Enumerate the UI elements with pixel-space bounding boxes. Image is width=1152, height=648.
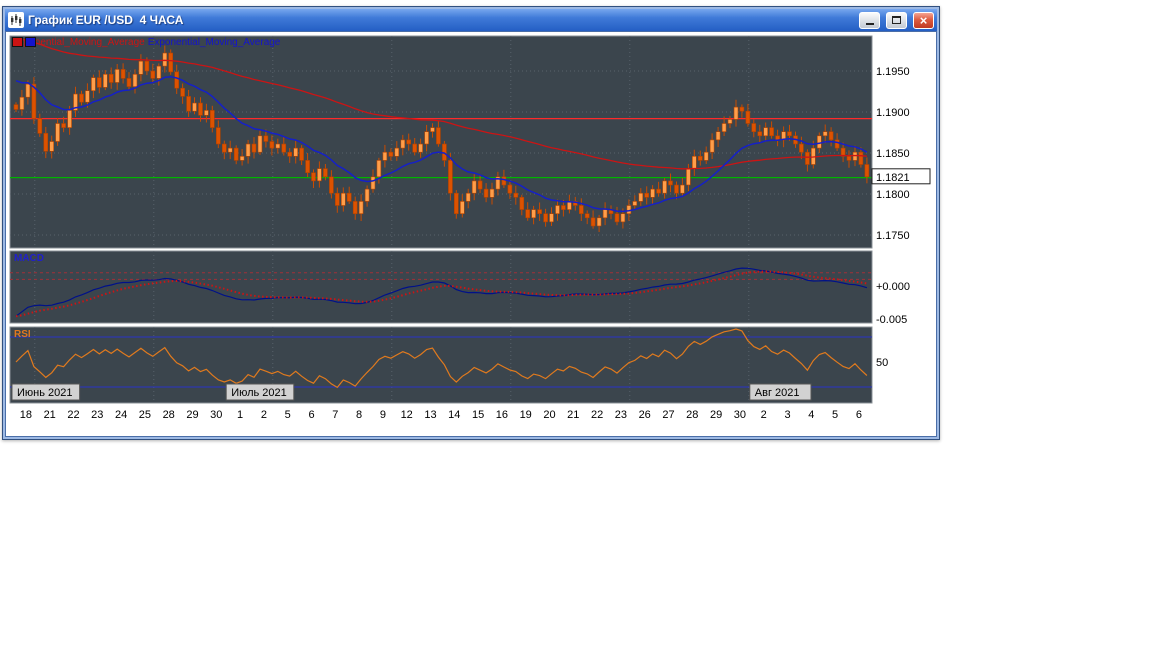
chart-canvas[interactable]: 1.1950 1.1900 1.1850 1.1800 1.1750 +0.000 -0.0…	[6, 32, 936, 434]
svg-text:30: 30	[734, 409, 746, 421]
svg-text:5: 5	[285, 409, 291, 421]
svg-text:1: 1	[237, 409, 243, 421]
svg-text:19: 19	[520, 409, 532, 421]
svg-text:21: 21	[44, 409, 56, 421]
svg-text:29: 29	[710, 409, 722, 421]
svg-text:25: 25	[139, 409, 151, 421]
desktop-background: { "window": { "title": "График EUR /USD …	[0, 0, 1152, 648]
svg-text:Июль 2021: Июль 2021	[231, 387, 287, 399]
maximize-button[interactable]	[886, 11, 907, 29]
svg-text:30: 30	[210, 409, 222, 421]
svg-text:8: 8	[356, 409, 362, 421]
indicator-legend: Exponential_Moving_Average Exponential_Mo…	[12, 37, 280, 48]
svg-text:23: 23	[615, 409, 627, 421]
svg-text:50: 50	[876, 357, 888, 369]
maximize-icon	[892, 16, 901, 24]
svg-text:Июнь 2021: Июнь 2021	[17, 387, 73, 399]
legend-chips	[12, 37, 36, 47]
svg-text:5: 5	[832, 409, 838, 421]
close-icon: ×	[919, 12, 928, 28]
svg-text:22: 22	[591, 409, 603, 421]
chart-window: График EUR /USD 4 ЧАСА × 1.1950 1.1900 1.1…	[2, 6, 940, 440]
svg-text:24: 24	[115, 409, 127, 421]
svg-text:28: 28	[163, 409, 175, 421]
svg-text:28: 28	[686, 409, 698, 421]
close-button[interactable]: ×	[913, 11, 934, 29]
svg-text:1.1950: 1.1950	[876, 66, 910, 78]
rsi-pane	[9, 326, 873, 404]
svg-text:1.1750: 1.1750	[876, 230, 910, 242]
svg-text:18: 18	[20, 409, 32, 421]
svg-text:2: 2	[261, 409, 267, 421]
svg-text:1.1850: 1.1850	[876, 148, 910, 160]
svg-text:Авг 2021: Авг 2021	[755, 387, 800, 399]
svg-text:9: 9	[380, 409, 386, 421]
legend-ma-blue-label: Exponential_Moving_Average	[147, 37, 281, 48]
svg-text:26: 26	[639, 409, 651, 421]
legend-chip-red	[12, 37, 23, 47]
svg-text:23: 23	[91, 409, 103, 421]
month-box: Июнь 2021	[11, 383, 81, 401]
titlebar[interactable]: График EUR /USD 4 ЧАСА ×	[5, 9, 937, 31]
svg-text:27: 27	[662, 409, 674, 421]
svg-text:3: 3	[784, 409, 790, 421]
x-axis-labels: 18 21 22 23 24 25 28 29 30 1 2 5 6 7 8 9 12 13 14 15 16 19 20 2…	[20, 409, 862, 421]
svg-text:6: 6	[856, 409, 862, 421]
chart-client-area: 1.1950 1.1900 1.1850 1.1800 1.1750 +0.000 -0.0…	[5, 31, 937, 437]
minimize-button[interactable]	[859, 11, 880, 29]
svg-text:15: 15	[472, 409, 484, 421]
app-chart-icon	[8, 12, 24, 28]
month-box: Авг 2021	[749, 383, 812, 401]
svg-text:+0.000: +0.000	[876, 281, 910, 293]
svg-text:1.1900: 1.1900	[876, 107, 910, 119]
legend-chip-blue	[25, 37, 36, 47]
svg-text:-0.005: -0.005	[876, 314, 907, 326]
svg-text:16: 16	[496, 409, 508, 421]
month-box: Июль 2021	[225, 383, 295, 401]
svg-text:2: 2	[761, 409, 767, 421]
svg-text:22: 22	[67, 409, 79, 421]
price-scale: 1.1950 1.1900 1.1850 1.1800 1.1750 +0.000 -0.0…	[871, 66, 931, 369]
svg-text:7: 7	[332, 409, 338, 421]
rsi-pane-label: RSI	[14, 329, 31, 340]
svg-text:14: 14	[448, 409, 460, 421]
svg-text:12: 12	[401, 409, 413, 421]
svg-text:4: 4	[808, 409, 814, 421]
window-title: График EUR /USD 4 ЧАСА	[28, 13, 184, 27]
svg-text:6: 6	[308, 409, 314, 421]
svg-text:21: 21	[567, 409, 579, 421]
svg-text:13: 13	[424, 409, 436, 421]
svg-text:29: 29	[186, 409, 198, 421]
svg-text:1.1800: 1.1800	[876, 189, 910, 201]
macd-pane-label: MACD	[14, 253, 44, 264]
current-price-label: 1.1821	[876, 172, 910, 184]
minimize-icon	[865, 23, 874, 25]
svg-text:20: 20	[543, 409, 555, 421]
